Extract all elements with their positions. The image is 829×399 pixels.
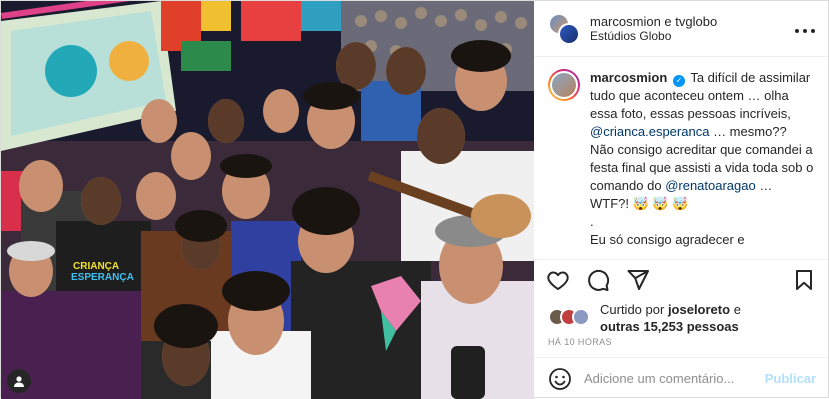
likes-text: Curtido por joseloreto e outras 15,253 p… [600, 301, 741, 335]
post-header: marcosmion e tvglobo Estúdios Globo [534, 1, 828, 57]
location-link[interactable]: Estúdios Globo [590, 29, 794, 44]
caption-area: marcosmion ✓ Ta difícil de assimilar tud… [534, 57, 828, 259]
publish-button[interactable]: Publicar [765, 371, 816, 386]
comment-button[interactable] [586, 268, 610, 292]
caption-part5: Eu só consigo agradecer e [590, 232, 745, 247]
heart-icon [547, 271, 569, 290]
header-conjunction: e [664, 13, 672, 29]
user-tag-icon [14, 376, 24, 387]
caption-avatar[interactable] [548, 69, 580, 101]
comment-icon [588, 269, 610, 291]
post-side-panel: marcosmion e tvglobo Estúdios Globo marc… [534, 1, 828, 399]
collab-avatars[interactable] [548, 12, 580, 45]
comment-bar: Publicar [534, 357, 828, 399]
likes-summary: Curtido por joseloreto e outras 15,253 p… [534, 299, 828, 337]
post-timestamp[interactable]: HÁ 10 HORAS [534, 337, 828, 357]
mention-crianca-esperanca[interactable]: @crianca.esperanca [590, 124, 709, 139]
like-button[interactable] [546, 268, 570, 292]
emoji-smile-icon [549, 367, 571, 390]
shirt-sign-line1: CRIANÇA [73, 261, 119, 272]
instagram-post: CRIANÇA ESPERANÇA marcosmion e tvglobo E… [0, 0, 829, 399]
header-user1-link[interactable]: marcosmion [590, 14, 661, 29]
avatar-tvglobo[interactable] [558, 22, 580, 45]
likes-and: e [733, 302, 741, 317]
header-user2-link[interactable]: tvglobo [675, 14, 717, 29]
more-options-button[interactable] [794, 18, 816, 39]
action-bar [534, 259, 828, 299]
header-text: marcosmion e tvglobo Estúdios Globo [590, 14, 794, 44]
more-horizontal-icon [795, 29, 815, 33]
post-photo[interactable]: CRIANÇA ESPERANÇA [1, 1, 534, 399]
mention-renatoaragao[interactable]: @renatoaragao [665, 178, 756, 193]
paper-plane-icon [627, 269, 649, 290]
caption-part4: . [590, 214, 594, 229]
liker-username-link[interactable]: joseloreto [668, 302, 730, 317]
save-button[interactable] [792, 268, 816, 292]
emoji-button[interactable] [548, 367, 572, 391]
caption-text: marcosmion ✓ Ta difícil de assimilar tud… [590, 69, 814, 259]
liker-avatars [548, 308, 594, 328]
verified-badge-icon: ✓ [672, 75, 685, 87]
other-likes-link[interactable]: outras 15,253 pessoas [600, 319, 739, 334]
user-tag-button[interactable] [7, 369, 31, 393]
group-selfie-image: CRIANÇA ESPERANÇA [1, 1, 534, 399]
likes-prefix: Curtido por [600, 302, 665, 317]
shirt-sign-line2: ESPERANÇA [71, 272, 134, 283]
share-button[interactable] [626, 268, 650, 292]
comment-input[interactable] [584, 371, 765, 386]
bookmark-icon [796, 269, 812, 290]
header-usernames: marcosmion e tvglobo [590, 14, 794, 29]
caption-username-link[interactable]: marcosmion [590, 70, 667, 85]
